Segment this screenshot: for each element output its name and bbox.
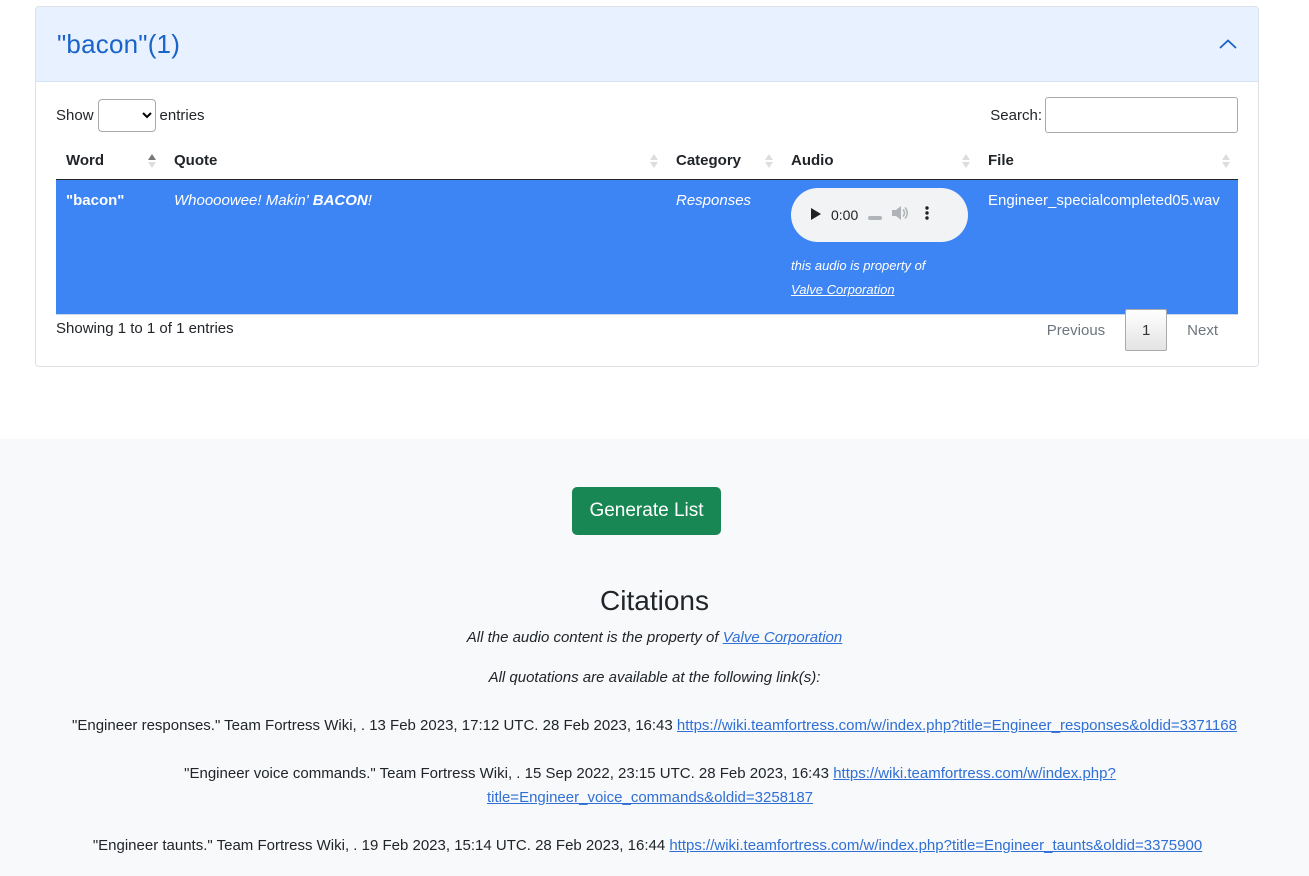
column-label: Category: [676, 152, 742, 170]
search-input[interactable]: [1045, 97, 1238, 133]
page-1-button[interactable]: 1: [1125, 309, 1168, 351]
property-text: All the audio content is the property of: [466, 629, 723, 646]
cell-word: "bacon": [56, 179, 164, 315]
citation-link[interactable]: https://wiki.teamfortress.com/w/index.ph…: [833, 765, 1116, 782]
citation-link[interactable]: https://wiki.teamfortress.com/w/index.ph…: [677, 717, 1237, 734]
citation-text: "Engineer responses." Team Fortress Wiki…: [72, 717, 677, 734]
column-header-category[interactable]: Category: [666, 143, 781, 180]
quote-text: Whoooowee! Makin': [174, 191, 313, 209]
quotes-table: Word Quote Category Audio File "bacon" W…: [56, 143, 1238, 315]
length-show-label: Show: [56, 106, 94, 124]
search-label: Search:: [990, 106, 1042, 124]
audio-credit: this audio is property of Valve Corporat…: [791, 254, 968, 302]
quote-text-end: !: [367, 191, 372, 209]
sort-ascending-icon: [148, 154, 156, 168]
more-options-icon[interactable]: [925, 206, 929, 223]
audio-note-text: this audio is property of: [791, 257, 926, 273]
next-button[interactable]: Next: [1167, 313, 1238, 348]
results-card: "bacon"(1) Show entries Search: Word Quo…: [35, 6, 1259, 367]
length-entries-label: entries: [159, 106, 205, 124]
citation-item: "Engineer taunts." Team Fortress Wiki, .…: [0, 834, 1295, 858]
table-search: Search:: [990, 97, 1238, 133]
citation-text: "Engineer voice commands." Team Fortress…: [184, 765, 834, 782]
cell-category: Responses: [666, 179, 781, 315]
cell-quote: Whoooowee! Makin' BACON!: [164, 179, 666, 315]
audio-player[interactable]: 0:00: [791, 187, 968, 242]
previous-button[interactable]: Previous: [1027, 313, 1125, 348]
entries-length: Show entries: [56, 98, 205, 132]
entries-select[interactable]: [97, 98, 156, 132]
citation-text: "Engineer taunts." Team Fortress Wiki, .…: [92, 837, 670, 854]
progress-track[interactable]: [868, 207, 883, 223]
valve-link[interactable]: Valve Corporation: [791, 282, 895, 297]
column-label: Audio: [791, 152, 834, 170]
valve-corporation-link[interactable]: Valve Corporation: [723, 629, 843, 646]
accordion-header[interactable]: "bacon"(1): [36, 7, 1258, 82]
citation-item: "Engineer voice commands." Team Fortress…: [150, 762, 1150, 810]
volume-icon[interactable]: [892, 206, 909, 223]
citation-link-continued[interactable]: title=Engineer_voice_commands&oldid=3258…: [487, 789, 813, 806]
table-controls: Show entries Search:: [56, 97, 1238, 133]
table-info: Showing 1 to 1 of 1 entries: [56, 320, 234, 337]
column-header-audio[interactable]: Audio: [781, 143, 978, 180]
quote-bold-text: BACON: [312, 191, 368, 209]
sort-icon: [650, 154, 658, 168]
property-notice: All the audio content is the property of…: [0, 629, 1309, 646]
chevron-up-icon[interactable]: [1218, 34, 1238, 54]
pagination: Previous 1 Next: [1027, 309, 1238, 351]
quotations-notice: All quotations are available at the foll…: [488, 669, 821, 686]
citations-title: Citations: [600, 585, 709, 616]
sort-icon: [1222, 154, 1230, 168]
cell-file: Engineer_specialcompleted05.wav: [978, 179, 1238, 315]
column-header-word[interactable]: Word: [56, 143, 164, 180]
table-row[interactable]: "bacon" Whoooowee! Makin' BACON! Respons…: [56, 179, 1238, 315]
column-label: Word: [66, 152, 105, 170]
generate-list-button[interactable]: Generate List: [572, 487, 721, 535]
column-label: File: [988, 152, 1014, 170]
accordion-title: "bacon"(1): [57, 28, 181, 59]
sort-icon: [765, 154, 773, 168]
column-label: Quote: [174, 152, 218, 170]
citation-item: "Engineer responses." Team Fortress Wiki…: [0, 714, 1309, 738]
column-header-file[interactable]: File: [978, 143, 1238, 180]
sort-icon: [962, 154, 970, 168]
citations-section: Generate List Citations All the audio co…: [0, 439, 1309, 876]
audio-time: 0:00: [831, 206, 859, 223]
column-header-quote[interactable]: Quote: [164, 143, 666, 180]
cell-audio: 0:00 this audio is property of Valve Cor…: [781, 179, 978, 315]
citation-link[interactable]: https://wiki.teamfortress.com/w/index.ph…: [669, 837, 1202, 854]
play-icon[interactable]: [811, 207, 821, 223]
